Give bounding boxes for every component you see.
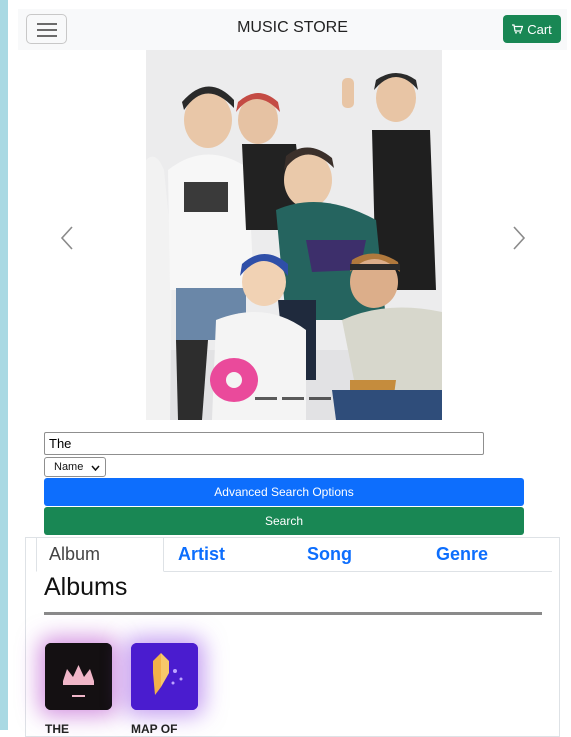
carousel-next-button[interactable] [504, 218, 534, 258]
chevron-right-icon [513, 226, 526, 250]
chevron-down-icon [91, 465, 100, 471]
album-art-crown [45, 643, 112, 710]
tab-album[interactable]: Album [36, 537, 164, 572]
group-photo [146, 50, 442, 420]
album-cover[interactable] [45, 643, 112, 710]
album-cover[interactable] [131, 643, 198, 710]
section-heading: Albums [44, 573, 128, 601]
menu-toggle-button[interactable] [26, 14, 67, 44]
carousel-indicator[interactable] [255, 397, 277, 400]
search-filter-select[interactable]: Name [44, 457, 106, 477]
cart-icon [512, 24, 524, 34]
carousel-prev-button[interactable] [52, 218, 82, 258]
carousel-slide-image [146, 50, 442, 420]
hamburger-line [37, 29, 57, 31]
album-art-map [131, 643, 198, 710]
hamburger-line [37, 35, 57, 37]
section-divider [44, 612, 542, 615]
tab-artist[interactable]: Artist [178, 537, 225, 571]
tab-genre[interactable]: Genre [436, 537, 488, 571]
album-title[interactable]: THE [45, 722, 69, 736]
cart-label: Cart [527, 21, 552, 37]
advanced-search-button[interactable]: Advanced Search Options [44, 478, 524, 506]
navbar: MUSIC STORE Cart [18, 9, 567, 50]
image-carousel [18, 50, 567, 420]
search-input[interactable] [44, 432, 484, 455]
search-filter-selected: Name [54, 461, 84, 473]
chevron-left-icon [60, 226, 73, 250]
carousel-indicators [255, 397, 331, 400]
brand-title[interactable]: MUSIC STORE [18, 19, 567, 37]
tab-song[interactable]: Song [307, 537, 352, 571]
album-title[interactable]: MAP OF [131, 722, 177, 736]
hamburger-line [37, 23, 57, 25]
category-tabs: Album Artist Song Genre [36, 537, 552, 572]
search-button[interactable]: Search [44, 507, 524, 535]
carousel-indicator[interactable] [282, 397, 304, 400]
cart-button[interactable]: Cart [503, 15, 561, 43]
page-left-border [0, 0, 8, 730]
carousel-indicator[interactable] [309, 397, 331, 400]
